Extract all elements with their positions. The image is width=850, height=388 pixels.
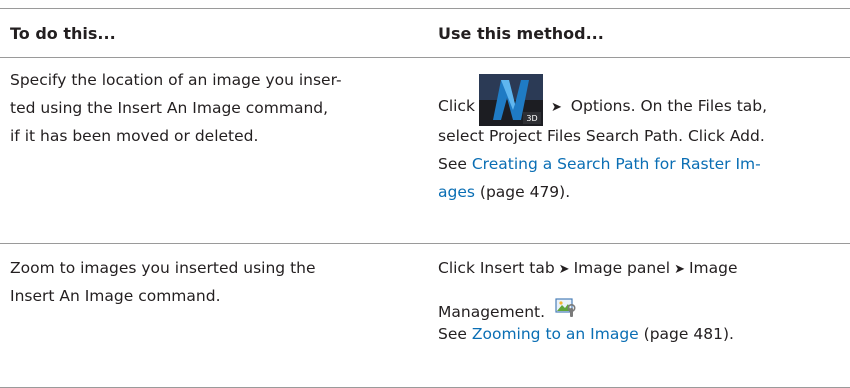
arrow-icon: ➤ [550,100,562,115]
method-line-3: See Zooming to an Image (page 481). [438,320,738,348]
column-header-method: Use this method... [438,24,604,43]
task-line: Insert An Image command. [10,287,221,305]
table-row-2-task: Zoom to images you inserted using the In… [10,254,316,310]
page-reference: (page 479). [479,183,571,201]
task-line: Zoom to images you inserted using the [10,259,316,277]
task-line: ted using the Insert An Image command, [10,99,329,117]
table-row-2-method: Click Insert tab ➤ Image panel ➤ Image Manag… [438,254,738,348]
method-line-4: ages (page 479). [438,178,767,206]
image-text: Image [688,259,738,277]
method-line-3: See Creating a Search Path for Raster Im… [438,150,767,178]
header-rule [0,57,850,58]
row-divider-rule [0,243,850,244]
options-text: Options. On the Files tab, [570,97,768,115]
arrow-icon: ➤ [558,262,570,277]
application-menu-icon[interactable]: 3D [478,74,543,126]
zooming-link[interactable]: Zooming to an Image [472,325,639,343]
table-row-1-method: Click 3D ➤ Options. On the Files tab, se… [438,70,767,206]
image-panel-text: Image panel [573,259,671,277]
image-management-icon[interactable] [555,296,579,320]
page-reference: (page 481). [643,325,734,343]
method-line-1: Click Insert tab ➤ Image panel ➤ Image [438,254,738,284]
task-line: if it has been moved or deleted. [10,127,259,145]
see-text: See [438,155,467,173]
search-path-link-continued[interactable]: ages [438,183,475,201]
click-text: Click [438,97,475,115]
see-text: See [438,325,467,343]
method-line-2: select Project Files Search Path. Click … [438,127,765,145]
svg-text:3D: 3D [526,114,537,123]
management-text: Management. [438,303,546,321]
arrow-icon: ➤ [674,262,685,277]
table-top-rule [0,8,850,9]
search-path-link[interactable]: Creating a Search Path for Raster Im- [472,155,761,173]
column-header-task: To do this... [10,24,116,43]
insert-tab-text: Click Insert tab [438,259,555,277]
method-line-1: Click 3D ➤ Options. On the Files tab, [438,70,768,126]
table-row-1-task: Specify the location of an image you ins… [10,66,342,150]
task-line: Specify the location of an image you ins… [10,71,342,89]
